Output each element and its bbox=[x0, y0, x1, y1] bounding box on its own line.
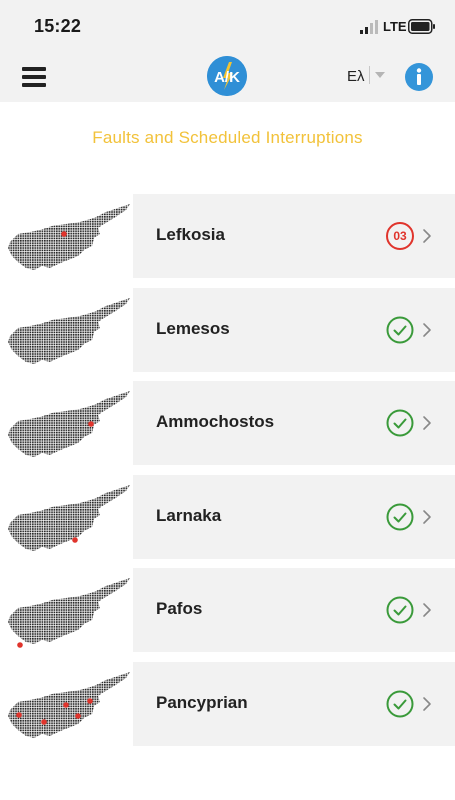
status-bar: 15:22 LTE bbox=[0, 0, 455, 50]
region-name: Larnaka bbox=[156, 506, 222, 525]
check-circle-icon bbox=[386, 690, 414, 718]
cyprus-map-icon bbox=[8, 204, 132, 274]
cyprus-map-icon bbox=[8, 391, 132, 461]
info-icon[interactable] bbox=[405, 63, 433, 91]
logo: A/K bbox=[207, 56, 247, 96]
menu-icon[interactable] bbox=[22, 67, 46, 87]
location-marker bbox=[72, 537, 78, 543]
island-shape bbox=[8, 672, 130, 738]
chevron-right-icon[interactable] bbox=[422, 322, 432, 338]
region-name: Ammochostos bbox=[156, 412, 275, 431]
chevron-right-icon[interactable] bbox=[422, 415, 432, 431]
region-card[interactable]: Lemesos bbox=[133, 288, 455, 372]
page-title: Faults and Scheduled Interruptions bbox=[92, 128, 363, 147]
cyprus-map-icon bbox=[8, 485, 132, 555]
check-circle-icon bbox=[386, 596, 414, 624]
region-card[interactable]: Pafos bbox=[133, 568, 455, 652]
region-card[interactable]: Lefkosia 03 bbox=[133, 194, 455, 278]
cyprus-map-icon bbox=[8, 578, 132, 648]
region-name: Lefkosia bbox=[156, 225, 225, 244]
battery-icon bbox=[408, 19, 435, 34]
status-time: 15:22 bbox=[34, 16, 82, 36]
region-row[interactable]: Pancyprian bbox=[0, 662, 455, 746]
location-marker bbox=[88, 421, 94, 427]
region-name: Pafos bbox=[156, 599, 203, 618]
location-marker bbox=[41, 719, 47, 725]
region-row[interactable]: Ammochostos bbox=[0, 381, 455, 465]
chevron-right-icon[interactable] bbox=[422, 509, 432, 525]
chevron-down-icon[interactable] bbox=[375, 72, 385, 78]
cyprus-map-icon bbox=[8, 298, 132, 368]
location-marker bbox=[75, 713, 81, 719]
check-circle-icon bbox=[386, 503, 414, 531]
island-shape bbox=[8, 578, 130, 644]
logo-text: A/K bbox=[214, 69, 240, 86]
chevron-right-icon[interactable] bbox=[422, 696, 432, 712]
chevron-right-icon[interactable] bbox=[422, 602, 432, 618]
region-card[interactable]: Pancyprian bbox=[133, 662, 455, 746]
region-row[interactable]: Pafos bbox=[0, 568, 455, 652]
island-shape bbox=[8, 485, 130, 551]
signal-icon bbox=[360, 20, 378, 34]
location-marker bbox=[63, 702, 69, 708]
region-name: Lemesos bbox=[156, 319, 230, 338]
region-row[interactable]: Larnaka bbox=[0, 475, 455, 559]
island-shape bbox=[8, 298, 130, 364]
chevron-right-icon[interactable] bbox=[422, 228, 432, 244]
network-label: LTE bbox=[383, 19, 407, 34]
region-row[interactable]: Lefkosia 03 bbox=[0, 194, 455, 278]
location-marker bbox=[16, 712, 22, 718]
island-shape bbox=[8, 204, 130, 270]
language-selector[interactable]: Ελ bbox=[347, 68, 365, 85]
location-marker bbox=[87, 698, 93, 704]
fault-count-badge: 03 bbox=[386, 222, 414, 250]
cyprus-map-icon bbox=[8, 672, 132, 742]
region-card[interactable]: Larnaka bbox=[133, 475, 455, 559]
language-divider bbox=[369, 66, 370, 84]
region-name: Pancyprian bbox=[156, 693, 248, 712]
region-row[interactable]: Lemesos bbox=[0, 288, 455, 372]
location-marker bbox=[61, 231, 67, 237]
location-marker bbox=[17, 642, 23, 648]
check-circle-icon bbox=[386, 409, 414, 437]
check-circle-icon bbox=[386, 316, 414, 344]
region-card[interactable]: Ammochostos bbox=[133, 381, 455, 465]
island-shape bbox=[8, 391, 130, 457]
